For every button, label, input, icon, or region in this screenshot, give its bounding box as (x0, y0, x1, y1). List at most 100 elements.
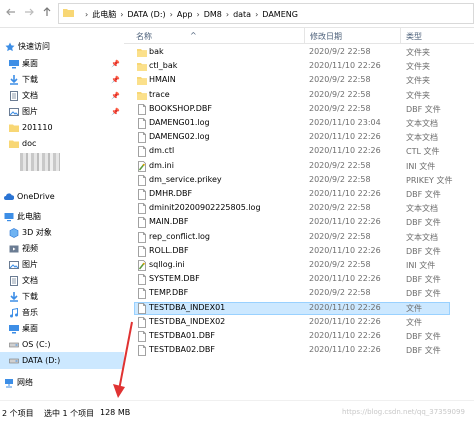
nav-pictures[interactable]: 图片 (0, 256, 124, 273)
nav-network[interactable]: 网络 (0, 374, 124, 391)
nav-folder-201110[interactable]: 201110 (0, 119, 124, 136)
column-type[interactable]: 类型 (406, 31, 422, 42)
crumb-dameng[interactable]: DAMENG (262, 10, 298, 19)
crumb-data[interactable]: data (233, 10, 251, 19)
crumb-app[interactable]: App (177, 10, 193, 19)
file-date: 2020/11/10 22:26 (309, 316, 381, 326)
file-row[interactable]: TESTDBA02.DBF 2020/11/10 22:26 DBF 文件 (124, 344, 474, 357)
nav-desktop-pinned[interactable]: 桌面 📌 (0, 55, 124, 72)
nav-drive-d[interactable]: DATA (D:) (0, 352, 124, 369)
file-date: 2020/11/10 22:26 (309, 61, 381, 71)
file-row[interactable]: DAMENG02.log 2020/11/10 22:26 文本文档 (124, 131, 474, 144)
file-row[interactable]: ctl_bak 2020/11/10 22:26 文件夹 (124, 60, 474, 73)
nav-label: 文档 (22, 276, 38, 285)
selected-count: 选中 1 个项目 (44, 409, 95, 418)
nav-label: 下载 (22, 75, 38, 84)
file-row[interactable]: dminit20200902225805.log 2020/9/2 22:58 文本… (124, 202, 474, 215)
document-icon (10, 275, 18, 286)
file-row[interactable]: ROLL.DBF 2020/11/10 22:26 DBF 文件 (124, 245, 474, 258)
file-icon (138, 288, 146, 300)
nav-documents-pinned[interactable]: 文档 📌 (0, 87, 124, 104)
nav-folder-doc[interactable]: doc (0, 135, 124, 152)
up-button[interactable] (40, 6, 54, 20)
cube-icon (9, 227, 19, 238)
file-name: SYSTEM.DBF (149, 274, 200, 284)
nav-documents[interactable]: 文档 (0, 272, 124, 289)
column-divider[interactable] (304, 28, 305, 44)
nav-downloads[interactable]: 下载 (0, 288, 124, 305)
nav-downloads-pinned[interactable]: 下载 📌 (0, 71, 124, 88)
nav-this-pc[interactable]: 此电脑 (0, 208, 124, 225)
nav-label: 3D 对象 (22, 228, 52, 237)
file-icon (138, 345, 146, 357)
file-icon (138, 274, 146, 286)
back-button[interactable] (4, 6, 18, 20)
status-bar: 2 个项目 选中 1 个项目 128 MB https://blog.csdn.… (0, 400, 474, 424)
drive-icon (9, 342, 19, 347)
nav-label: 快速访问 (18, 42, 50, 51)
file-row[interactable]: sqllog.ini 2020/9/2 22:58 INI 文件 (124, 259, 474, 272)
file-name: DAMENG02.log (149, 132, 210, 142)
file-row[interactable]: HMAIN 2020/9/2 22:58 文件夹 (124, 74, 474, 87)
file-row[interactable]: dm_service.prikey 2020/9/2 22:58 PRIKEY 文件 (124, 174, 474, 187)
file-date: 2020/9/2 22:58 (309, 231, 371, 241)
file-row[interactable]: TESTDBA_INDEX01 2020/11/10 22:26 文件 (124, 301, 474, 315)
chevron-right-icon: › (225, 10, 230, 19)
column-name[interactable]: 名称 (136, 31, 152, 42)
file-icon (138, 331, 146, 342)
file-name: HMAIN (149, 75, 176, 85)
crumb-this-pc[interactable]: 此电脑 (92, 9, 116, 20)
nav-desktop[interactable]: 桌面 (0, 320, 124, 337)
nav-onedrive[interactable]: OneDrive (0, 188, 124, 205)
file-name: rep_conflict.log (149, 231, 211, 241)
file-type: 文件 (406, 303, 422, 313)
file-row[interactable]: dm.ini 2020/9/2 22:58 INI 文件 (124, 160, 474, 173)
pictures-icon (9, 107, 19, 116)
column-header: ^ 名称 修改日期 类型 (124, 28, 474, 44)
column-date[interactable]: 修改日期 (310, 31, 342, 42)
file-row[interactable]: TESTDBA01.DBF 2020/11/10 22:26 DBF 文件 (124, 330, 474, 343)
folder-icon (137, 63, 147, 72)
pin-icon: 📌 (111, 75, 120, 84)
file-row[interactable]: rep_conflict.log 2020/9/2 22:58 文本文档 (124, 231, 474, 244)
column-divider[interactable] (400, 28, 401, 44)
nav-3d-objects[interactable]: 3D 对象 (0, 224, 124, 241)
nav-videos[interactable]: 视频 (0, 240, 124, 257)
file-date: 2020/9/2 22:58 (309, 160, 371, 170)
file-date: 2020/9/2 22:58 (309, 174, 371, 184)
nav-label: DATA (D:) (22, 356, 61, 365)
file-row[interactable]: trace 2020/9/2 22:58 文件夹 (124, 89, 474, 102)
star-icon (5, 42, 15, 51)
nav-label: OneDrive (17, 192, 55, 201)
file-row[interactable]: BOOKSHOP.DBF 2020/9/2 22:58 DBF 文件 (124, 103, 474, 116)
file-row[interactable]: bak 2020/9/2 22:58 文件夹 (124, 46, 474, 59)
file-icon (138, 217, 146, 229)
crumb-drive-d[interactable]: DATA (D:) (127, 10, 165, 19)
file-row[interactable]: TEMP.DBF 2020/9/2 22:58 DBF 文件 (124, 287, 474, 300)
file-type: 文件夹 (406, 90, 430, 100)
crumb-dm8[interactable]: DM8 (204, 10, 222, 19)
file-date: 2020/11/10 22:26 (309, 132, 381, 142)
forward-button[interactable] (22, 6, 36, 20)
file-row[interactable]: MAIN.DBF 2020/11/10 22:26 DBF 文件 (124, 216, 474, 229)
address-bar[interactable]: › 此电脑 › DATA (D:) › App › DM8 › data › D… (58, 3, 474, 24)
breadcrumb: › 此电脑 › DATA (D:) › App › DM8 › data › D… (81, 9, 298, 20)
file-icon (138, 316, 146, 328)
file-row[interactable]: TESTDBA_INDEX02 2020/11/10 22:26 文件 (124, 316, 474, 329)
file-row[interactable]: dm.ctl 2020/11/10 22:26 CTL 文件 (124, 145, 474, 158)
file-row[interactable]: DAMENG01.log 2020/11/10 23:04 文本文档 (124, 117, 474, 130)
file-icon (138, 118, 146, 129)
file-date: 2020/11/10 22:26 (309, 146, 381, 156)
nav-quick-access[interactable]: 快速访问 (0, 38, 124, 55)
file-type: 文件夹 (406, 62, 430, 72)
file-date: 2020/11/10 22:26 (309, 189, 381, 198)
file-type: 文本文档 (406, 232, 438, 242)
file-type: INI 文件 (406, 261, 436, 270)
nav-music[interactable]: 音乐 (0, 304, 124, 321)
file-date: 2020/11/10 22:26 (309, 331, 381, 340)
navigation-pane: 快速访问 桌面 📌 下载 📌 文档 📌 图片 📌 201110 doc OneD… (0, 28, 124, 400)
file-row[interactable]: SYSTEM.DBF 2020/11/10 22:26 DBF 文件 (124, 273, 474, 286)
nav-pictures-pinned[interactable]: 图片 📌 (0, 103, 124, 120)
nav-drive-c[interactable]: OS (C:) (0, 336, 124, 353)
file-row[interactable]: DMHR.DBF 2020/11/10 22:26 DBF 文件 (124, 188, 474, 201)
